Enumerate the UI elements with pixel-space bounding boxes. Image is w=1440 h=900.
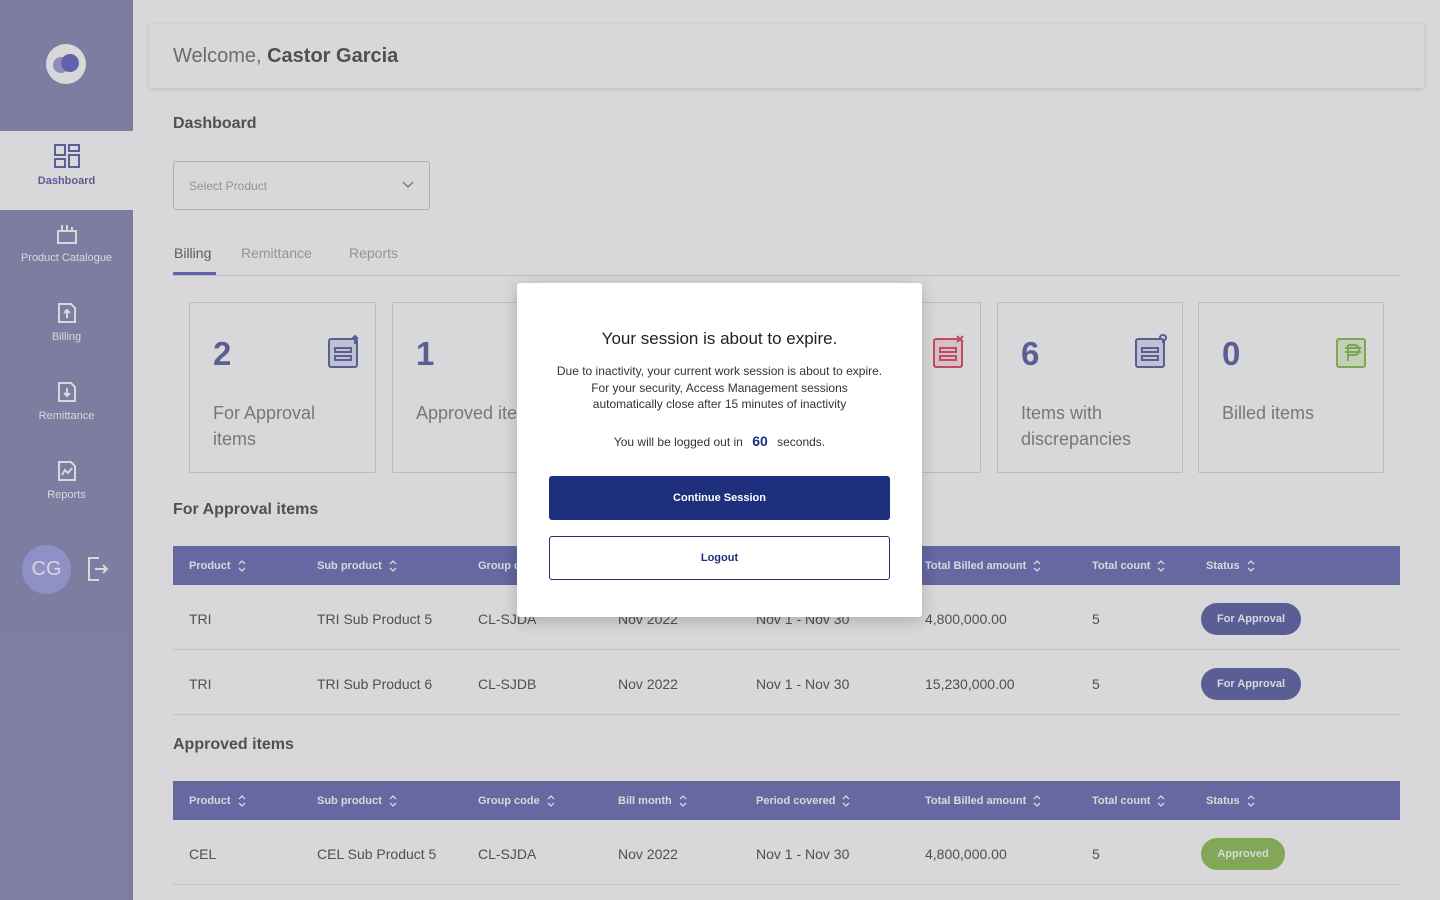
- timer-seconds: 60: [752, 433, 768, 449]
- timer-prefix: You will be logged out in: [613, 435, 743, 449]
- session-expire-modal: Your session is about to expire. Due to …: [517, 283, 922, 617]
- modal-message: Due to inactivity, your current work ses…: [556, 364, 883, 411]
- timer-suffix: seconds.: [777, 435, 826, 449]
- continue-session-button[interactable]: Continue Session: [549, 476, 890, 520]
- logout-timer: You will be logged out in 60 seconds.: [517, 433, 922, 449]
- logout-button[interactable]: Logout: [549, 536, 890, 580]
- modal-title: Your session is about to expire.: [601, 329, 838, 348]
